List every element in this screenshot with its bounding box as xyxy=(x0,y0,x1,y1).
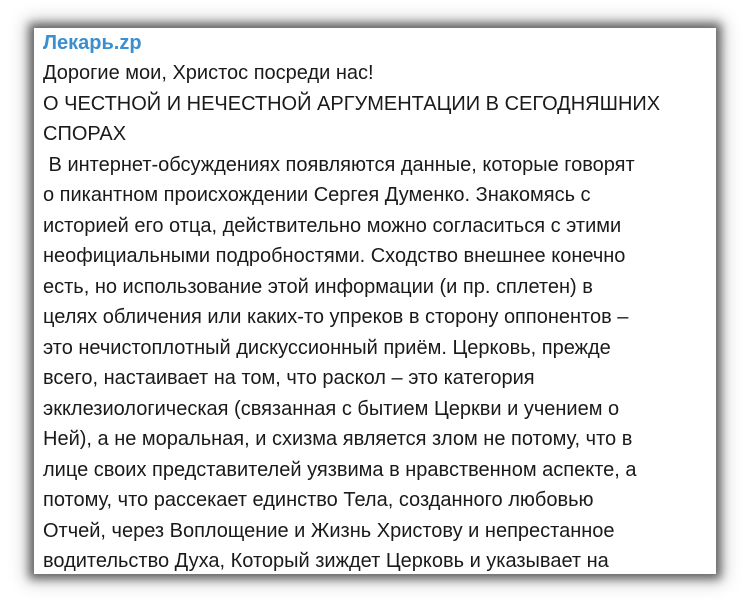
message-body-line: есть, но использование этой информации (… xyxy=(43,275,593,298)
message-heading-line-2: СПОРАХ xyxy=(43,123,127,145)
sender-name[interactable]: Лекарь.zp xyxy=(43,28,716,58)
message-body-line: о пикантном происхождении Сергея Думенко… xyxy=(43,184,591,206)
message-body-line: это нечистоплотный дискуссионный приём. … xyxy=(43,336,611,359)
message-body-line: историей его отца, действительно можно с… xyxy=(43,214,622,237)
message-body-line: экклезиологическая (связанная с бытием Ц… xyxy=(43,397,620,420)
message-body-line: лице своих представителей уязвима в нрав… xyxy=(43,458,637,481)
message-heading-line-1: О ЧЕСТНОЙ И НЕЧЕСТНОЙ АРГУМЕНТАЦИИ В СЕГ… xyxy=(43,92,661,115)
message-card: Лекарь.zp Дорогие мои, Христос посреди н… xyxy=(34,28,716,574)
message-text: Дорогие мои, Христос посреди нас! О ЧЕСТ… xyxy=(43,58,716,574)
message-body-line: В интернет-обсуждениях появляются данные… xyxy=(43,153,635,176)
message-body-line: Ней), а не моральная, и схизма является … xyxy=(43,428,633,450)
message-body-line: водительство Духа, Который зиждет Церков… xyxy=(43,550,609,572)
message-body-line: Отчей, через Воплощение и Жизнь Христову… xyxy=(43,519,615,542)
message-body-line: всего, настаивает на том, что раскол – э… xyxy=(43,367,535,389)
message-body-line: целях обличения или каких-то упреков в с… xyxy=(43,306,629,328)
screenshot-stage: Лекарь.zp Дорогие мои, Христос посреди н… xyxy=(0,0,750,606)
message-body-line: потому, что рассекает единство Тела, соз… xyxy=(43,489,594,511)
message-bubble: Лекарь.zp Дорогие мои, Христос посреди н… xyxy=(43,28,716,574)
message-greeting: Дорогие мои, Христос посреди нас! xyxy=(43,62,374,84)
message-body-line: неофициальными подробностями. Сходство в… xyxy=(43,245,626,267)
